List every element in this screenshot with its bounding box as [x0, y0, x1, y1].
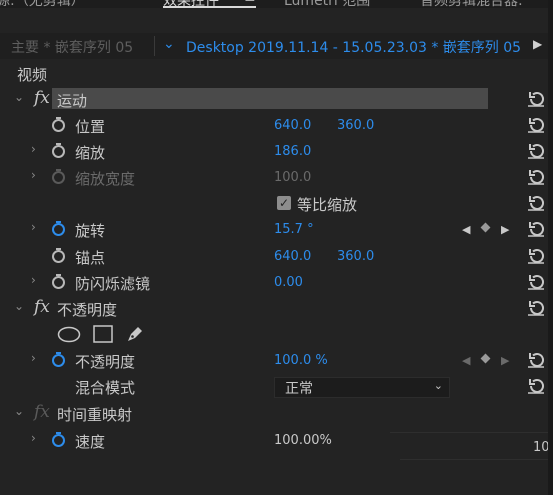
scale-width-label: 缩放宽度 [75, 170, 136, 188]
blend-mode-select[interactable]: 正常 ⌄ [274, 377, 450, 398]
rotation-label: 旋转 [75, 222, 106, 240]
panel-edge [548, 0, 553, 495]
video-section-label: 视频 [17, 66, 48, 84]
reset-icon[interactable] [527, 351, 545, 369]
effect-row-opacity[interactable]: ⌄ fx 不透明度 [0, 296, 553, 322]
property-row-anti-flicker: › 防闪烁滤镜 0.00 [0, 270, 553, 296]
scale-width-value: 100.0 [274, 170, 312, 185]
play-icon[interactable]: ▶ [533, 37, 542, 51]
fx-icon: fx [34, 402, 50, 422]
property-row-anchor: 锚点 640.0 360.0 [0, 244, 553, 270]
fx-icon[interactable]: fx [34, 88, 50, 108]
clip-selector[interactable]: Desktop 2019.11.14 - 15.05.23.03 * 嵌套序列 … [186, 37, 521, 57]
twirl-closed-icon[interactable]: › [31, 168, 36, 182]
blend-mode-value: 正常 [285, 381, 313, 397]
scale-label: 缩放 [75, 144, 106, 162]
stopwatch-icon[interactable] [52, 221, 65, 236]
twirl-closed-icon[interactable]: › [31, 351, 36, 365]
property-row-position: 位置 640.0 360.0 [0, 113, 553, 139]
tab-lumetri-scopes[interactable]: Lumetri 范围 [284, 0, 370, 8]
divider [154, 36, 155, 56]
chevron-down-icon: ⌄ [433, 379, 443, 392]
master-clip-label[interactable]: 主要 * 嵌套序列 05 [11, 37, 133, 57]
time-remap-label: 时间重映射 [57, 406, 133, 424]
property-row-scale-width: › 缩放宽度 100.0 [0, 165, 553, 191]
divider [400, 459, 553, 460]
reset-icon[interactable] [527, 168, 545, 186]
motion-label: 运动 [57, 92, 88, 110]
speed-value[interactable]: 100.00% [274, 433, 332, 448]
property-row-uniform-scale: ✓ 等比缩放 [0, 191, 553, 217]
section-header-video: 视频 [0, 61, 553, 87]
anchor-x-value[interactable]: 640.0 [274, 249, 311, 264]
ellipse-mask-icon[interactable] [57, 326, 81, 343]
reset-icon[interactable] [527, 273, 545, 291]
stopwatch-icon[interactable] [52, 248, 65, 263]
speed-label: 速度 [75, 433, 106, 451]
stopwatch-icon [52, 169, 65, 184]
twirl-open-icon[interactable]: ⌄ [14, 299, 24, 313]
selection-highlight [52, 88, 488, 109]
effect-row-time-remap[interactable]: ⌄ fx 时间重映射 [0, 401, 553, 427]
prev-keyframe-icon[interactable]: ◀ [462, 223, 470, 236]
twirl-closed-icon[interactable]: › [31, 220, 36, 234]
reset-icon[interactable] [527, 299, 545, 317]
opacity-value[interactable]: 100.0 % [274, 353, 328, 368]
rotation-value[interactable]: 15.7 ° [274, 222, 314, 237]
uniform-scale-label: 等比缩放 [297, 196, 358, 214]
property-row-speed: › 速度 100.00% 100 [0, 428, 553, 455]
stopwatch-icon[interactable] [52, 432, 65, 447]
twirl-closed-icon[interactable]: › [31, 142, 36, 156]
position-label: 位置 [75, 118, 106, 136]
reset-icon[interactable] [527, 247, 545, 265]
opacity-label: 不透明度 [75, 353, 136, 371]
blend-mode-label: 混合模式 [75, 379, 136, 397]
prev-keyframe-icon[interactable]: ◀ [462, 354, 470, 367]
anchor-label: 锚点 [75, 249, 106, 267]
position-y-value[interactable]: 360.0 [337, 118, 374, 133]
anchor-y-value[interactable]: 360.0 [337, 249, 374, 264]
property-row-blend-mode: 混合模式 正常 ⌄ [0, 374, 553, 400]
add-keyframe-icon[interactable] [480, 222, 491, 233]
anti-flicker-label: 防闪烁滤镜 [75, 275, 151, 293]
reset-icon[interactable] [527, 90, 545, 108]
tab-source[interactable]: 源:（无剪辑） [0, 0, 85, 8]
reset-icon[interactable] [527, 377, 545, 395]
next-keyframe-icon[interactable]: ▶ [501, 223, 509, 236]
fx-icon[interactable]: fx [34, 297, 50, 317]
uniform-scale-checkbox[interactable]: ✓ [277, 196, 291, 210]
stopwatch-icon[interactable] [52, 274, 65, 289]
reset-icon[interactable] [527, 220, 545, 238]
rectangle-mask-icon[interactable] [93, 325, 113, 343]
scale-value[interactable]: 186.0 [274, 144, 311, 159]
opacity-section-label: 不透明度 [57, 301, 118, 319]
add-keyframe-icon[interactable] [480, 353, 491, 364]
property-row-opacity: › 不透明度 100.0 % ◀ ▶ [0, 348, 553, 374]
next-keyframe-icon[interactable]: ▶ [501, 354, 509, 367]
sequence-bar: 主要 * 嵌套序列 05 ⌄ Desktop 2019.11.14 - 15.0… [0, 33, 553, 59]
property-row-rotation: › 旋转 15.7 ° ◀ ▶ [0, 217, 553, 243]
pen-mask-icon[interactable] [125, 324, 145, 344]
reset-icon[interactable] [527, 194, 545, 212]
property-row-scale: › 缩放 186.0 [0, 139, 553, 165]
active-tab-underline [163, 6, 256, 8]
position-x-value[interactable]: 640.0 [274, 118, 311, 133]
twirl-open-icon[interactable]: ⌄ [14, 90, 24, 104]
tab-audio-clip-mixer[interactable]: 音频剪辑混合器: [420, 0, 523, 8]
stopwatch-icon[interactable] [52, 117, 65, 132]
reset-icon[interactable] [527, 116, 545, 134]
chevron-down-icon[interactable]: ⌄ [163, 36, 175, 52]
anti-flicker-value[interactable]: 0.00 [274, 275, 303, 290]
stopwatch-icon[interactable] [52, 143, 65, 158]
twirl-closed-icon[interactable]: › [31, 431, 36, 445]
effect-row-motion[interactable]: ⌄ fx 运动 [0, 87, 553, 113]
panel-tab-strip: 源:（无剪辑） 效果控件 ≡ Lumetri 范围 音频剪辑混合器: [0, 0, 553, 8]
reset-icon[interactable] [527, 142, 545, 160]
twirl-open-icon[interactable]: ⌄ [14, 404, 24, 418]
mask-tools-row [0, 322, 553, 348]
twirl-closed-icon[interactable]: › [31, 273, 36, 287]
stopwatch-icon[interactable] [52, 352, 65, 367]
